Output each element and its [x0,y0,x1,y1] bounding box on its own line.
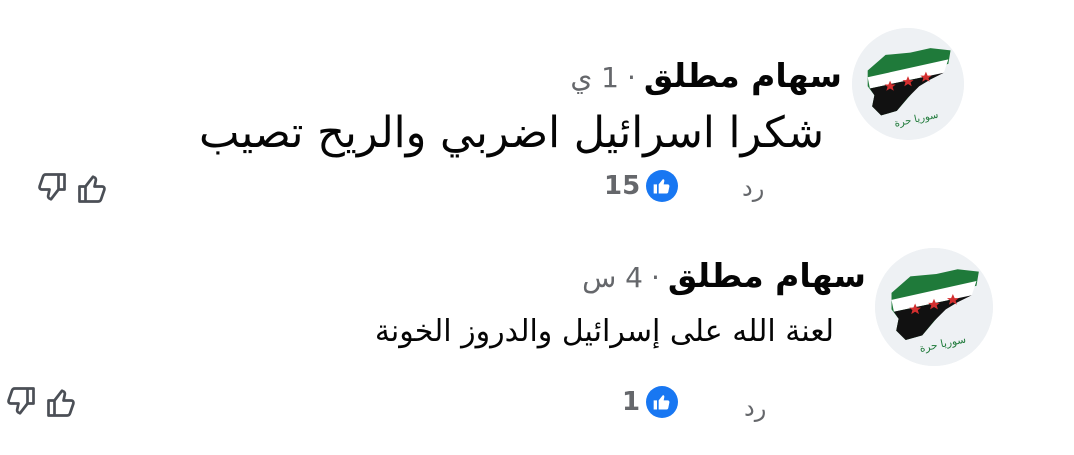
comment: سوريا حرة سهام مطلق · 4 س لعنة الله على … [0,230,1074,455]
reply-button[interactable]: رد [742,174,764,202]
thumbs-down-outline-icon[interactable] [36,170,72,206]
syria-map-flag-icon: سوريا حرة [852,28,964,140]
timestamp[interactable]: 4 س [582,261,643,294]
separator-dot: · [626,61,636,94]
like-count: 15 [604,171,641,201]
reaction-summary[interactable]: 1 [622,386,679,418]
vote-controls [5,384,77,420]
timestamp[interactable]: 1 ي [570,61,619,94]
thumbs-up-icon [646,170,679,202]
thumbs-up-icon [646,386,679,418]
author-name[interactable]: سهام مطلق [668,256,866,295]
like-count: 1 [622,387,641,417]
avatar[interactable]: سوريا حرة [875,248,993,366]
comment-header: سهام مطلق · 4 س [582,256,866,295]
comment-text: لعنة الله على إسرائيل والدروز الخونة [374,314,834,349]
vote-controls [36,170,108,206]
comment: سوريا حرة سهام مطلق · 1 ي شكرا اسرائيل ا… [0,0,1074,230]
thumbs-down-outline-icon[interactable] [5,384,41,420]
comment-header: سهام مطلق · 1 ي [570,56,842,95]
syria-map-flag-icon: سوريا حرة [875,248,993,366]
author-name[interactable]: سهام مطلق [644,56,842,95]
reply-button[interactable]: رد [744,394,766,422]
comment-text: شكرا اسرائيل اضربي والريح تصيب [199,108,824,158]
reaction-summary[interactable]: 15 [604,170,679,202]
avatar[interactable]: سوريا حرة [852,28,964,140]
thumbs-up-outline-icon[interactable] [41,384,77,420]
thumbs-up-outline-icon[interactable] [72,170,108,206]
separator-dot: · [650,261,660,294]
